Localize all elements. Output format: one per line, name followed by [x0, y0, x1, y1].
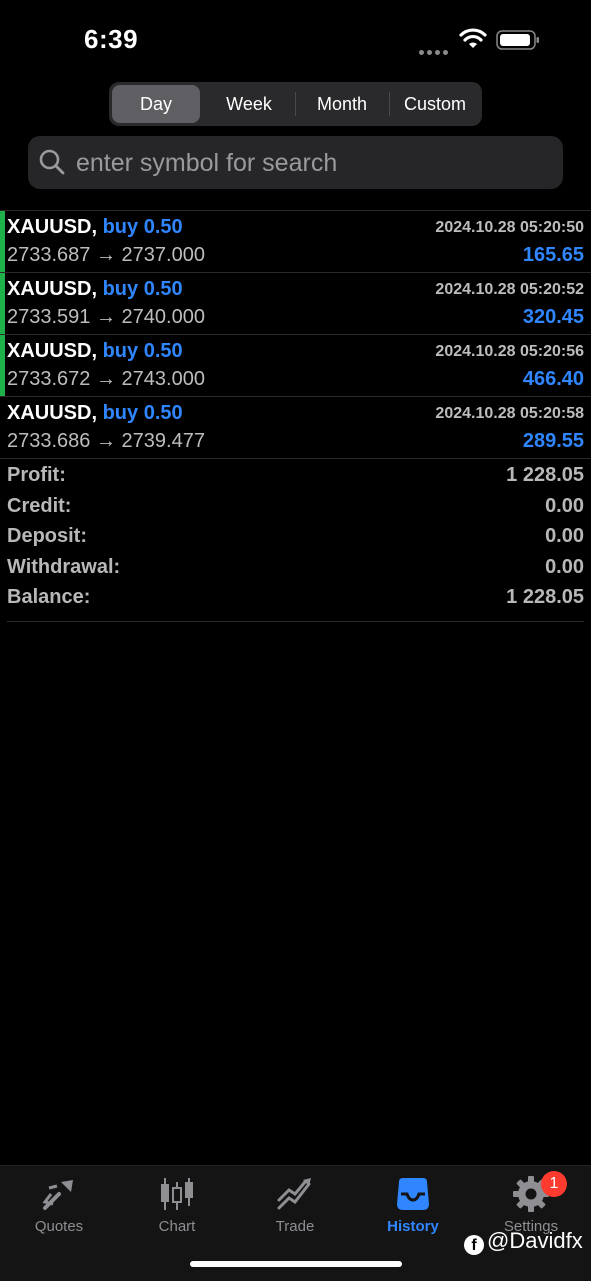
summary-value: 0.00: [545, 525, 584, 547]
buy-marker: [0, 211, 5, 272]
search-input[interactable]: [74, 136, 558, 191]
deal-side: buy 0.50: [102, 402, 183, 424]
history-icon: [397, 1178, 429, 1210]
period-day[interactable]: Day: [112, 85, 200, 123]
summary-deposit: Deposit: 0.00: [7, 525, 584, 556]
deal-row[interactable]: XAUUSD, buy 0.50 2733.687 → 2737.000 202…: [0, 210, 591, 272]
buy-marker: [0, 397, 5, 458]
wifi-icon: [459, 28, 487, 48]
summary: Profit: 1 228.05 Credit: 0.00 Deposit: 0…: [7, 464, 584, 617]
summary-label: Withdrawal:: [7, 555, 121, 578]
summary-value: 0.00: [545, 494, 584, 517]
deal-symbol: XAUUSD,: [7, 278, 98, 300]
tab-history[interactable]: History: [354, 1174, 472, 1238]
summary-label: Credit:: [7, 494, 72, 517]
deal-row[interactable]: XAUUSD, buy 0.50 2733.672 → 2743.000 202…: [0, 334, 591, 396]
status-bar: 6:39: [0, 0, 591, 80]
watermark-text: @Davidfx: [487, 1228, 583, 1253]
facebook-icon: f: [464, 1235, 484, 1255]
deal-prices: 2733.672 → 2743.000: [7, 368, 205, 390]
deal-profit: 165.65: [522, 244, 584, 266]
deal-profit: 320.45: [522, 306, 584, 328]
period-month[interactable]: Month: [296, 85, 388, 123]
period-selector: Day Week Month Custom: [109, 82, 482, 126]
deal-prices: 2733.687 → 2737.000: [7, 244, 205, 266]
tab-label: History: [387, 1218, 439, 1235]
settings-badge: 1: [541, 1171, 567, 1197]
deal-symbol: XAUUSD,: [7, 402, 98, 424]
summary-profit: Profit: 1 228.05: [7, 464, 584, 495]
deal-date: 2024.10.28 05:20:50: [435, 219, 584, 236]
period-custom[interactable]: Custom: [390, 85, 480, 123]
summary-label: Balance:: [7, 586, 91, 608]
summary-label: Deposit:: [7, 525, 87, 547]
deal-date: 2024.10.28 05:20:52: [435, 281, 584, 298]
battery-icon: [496, 30, 539, 50]
summary-balance: Balance: 1 228.05: [7, 586, 584, 617]
deal-side: buy 0.50: [102, 278, 183, 300]
buy-marker: [0, 335, 5, 396]
deal-prices: 2733.686 → 2739.477: [7, 430, 205, 452]
tab-quotes[interactable]: Quotes: [0, 1174, 118, 1238]
quotes-icon: [42, 1180, 73, 1210]
status-time: 6:39: [84, 24, 139, 54]
deals-list: XAUUSD, buy 0.50 2733.687 → 2737.000 202…: [0, 210, 591, 459]
summary-value: 0.00: [545, 555, 584, 578]
deal-row[interactable]: XAUUSD, buy 0.50 2733.591 → 2740.000 202…: [0, 272, 591, 334]
deal-row[interactable]: XAUUSD, buy 0.50 2733.686 → 2739.477 202…: [0, 396, 591, 459]
tab-chart[interactable]: Chart: [118, 1174, 236, 1238]
home-indicator[interactable]: [190, 1261, 402, 1267]
deal-date: 2024.10.28 05:20:58: [435, 405, 584, 422]
deal-prices: 2733.591 → 2740.000: [7, 306, 205, 328]
trade-icon: [277, 1178, 311, 1210]
tab-label: Trade: [275, 1218, 315, 1235]
tab-label: Chart: [158, 1218, 196, 1235]
summary-label: Profit:: [7, 464, 66, 486]
deal-symbol: XAUUSD,: [7, 340, 98, 362]
deal-symbol: XAUUSD,: [7, 216, 98, 238]
deal-side: buy 0.50: [102, 340, 183, 362]
deal-date: 2024.10.28 05:20:56: [435, 343, 584, 360]
period-week[interactable]: Week: [203, 85, 295, 123]
tab-label: Quotes: [34, 1218, 84, 1235]
summary-value: 1 228.05: [506, 586, 584, 608]
tab-trade[interactable]: Trade: [236, 1174, 354, 1238]
summary-value: 1 228.05: [506, 464, 584, 486]
signal-dots-icon: [419, 42, 451, 55]
search-bar: [28, 136, 563, 191]
divider: [7, 621, 584, 622]
search-icon: [39, 149, 65, 175]
watermark: f @Davidfx: [464, 1228, 583, 1255]
deal-profit: 289.55: [522, 430, 584, 452]
buy-marker: [0, 273, 5, 334]
chart-icon: [161, 1178, 193, 1210]
summary-withdrawal: Withdrawal: 0.00: [7, 556, 584, 587]
summary-credit: Credit: 0.00: [7, 495, 584, 526]
deal-profit: 466.40: [522, 368, 584, 390]
deal-side: buy 0.50: [102, 216, 183, 238]
